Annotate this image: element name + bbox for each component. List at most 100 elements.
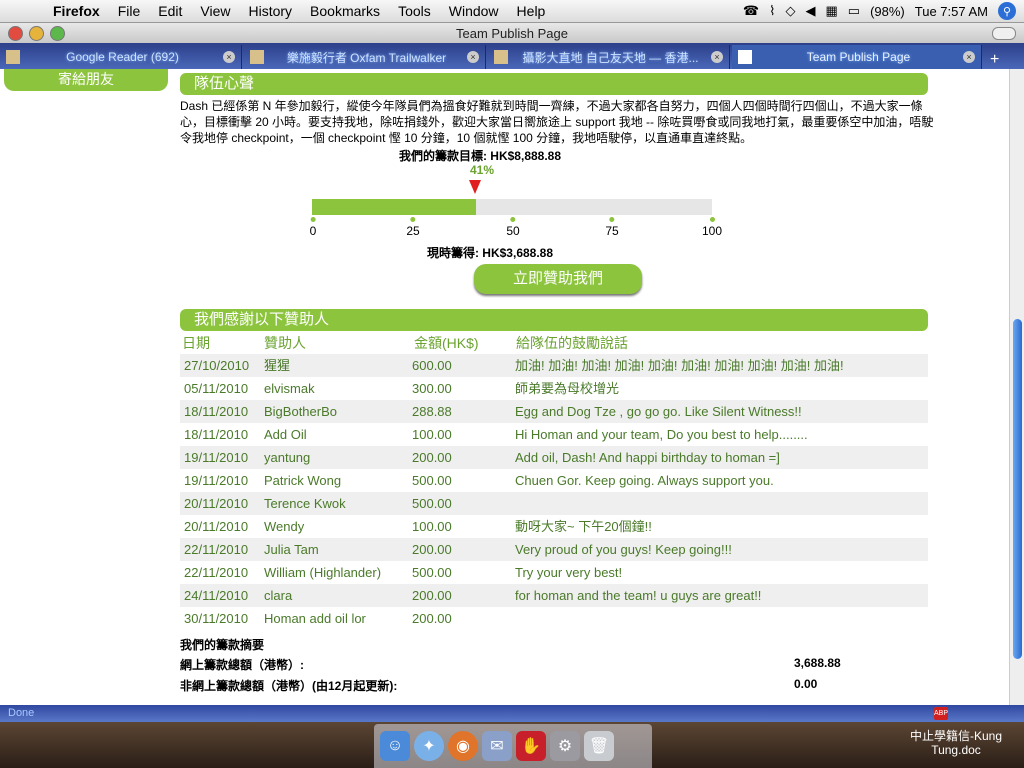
trash-icon[interactable]: 🗑 [584,731,614,761]
menu-file[interactable]: File [109,3,150,19]
table-row: 30/11/2010 Homan add oil lor 200.00 [180,607,928,630]
sponsor-message: Hi Homan and your team, Do you best to h… [515,427,808,442]
firefox-icon[interactable]: ◉ [448,731,478,761]
menubar-extras: ☎ ⌇ ◇ ◀ ▦ ▭ (98%) Tue 7:57 AM ⚲ [743,2,1024,20]
team-message-text: Dash 已經係第 N 年參加毅行，縱使今年隊員們為搵食好難就到時間一齊練，不過… [180,99,934,145]
progress-tick: 25 [406,217,420,238]
tab-oxfam[interactable]: 樂施毅行者 Oxfam Trailwalker × [244,45,486,69]
tab-bar: Google Reader (692) × 樂施毅行者 Oxfam Trailw… [0,43,1024,69]
progress-marker-icon [469,180,481,194]
clock[interactable]: Tue 7:57 AM [915,4,988,19]
sponsor-name: Add Oil [264,427,307,442]
sponsor-amount: 200.00 [412,450,452,465]
sponsors-header: 我們感謝以下贊助人 [180,309,928,331]
table-row: 22/11/2010 William (Highlander) 500.00 Try … [180,561,928,584]
tab-photo-forum[interactable]: 攝影大直地 自己友天地 — 香港... × [488,45,730,69]
activity-icon[interactable]: ⌇ [769,3,775,19]
sponsor-name: William (Highlander) [264,565,382,580]
phone-icon[interactable]: ☎ [743,3,759,19]
sponsor-amount: 300.00 [412,381,452,396]
tab-team-publish[interactable]: Team Publish Page × [732,45,982,69]
menu-history[interactable]: History [239,3,301,19]
system-preferences-icon[interactable]: ⚙ [550,731,580,761]
table-row: 20/11/2010 Wendy 100.00 動呀大家~ 下午20個鐘!! [180,515,928,538]
mac-menubar: Firefox File Edit View History Bookmarks… [0,0,1024,23]
sponsor-message: Egg and Dog Tze , go go go. Like Silent … [515,404,802,419]
sponsor-message: 師弟要為母校增光 [515,381,620,396]
tab-label: 樂施毅行者 Oxfam Trailwalker [286,50,447,65]
sponsor-date: 20/11/2010 [184,496,249,511]
sponsor-name: Patrick Wong [264,473,342,488]
tab-google-reader[interactable]: Google Reader (692) × [0,45,242,69]
tab-close-icon[interactable]: × [467,51,479,63]
sponsor-date: 24/11/2010 [184,588,249,603]
table-row: 20/11/2010 Terence Kwok 500.00 [180,492,928,515]
battery-icon[interactable]: ▭ [848,3,860,19]
sponsor-name: elvismak [264,381,315,396]
sponsor-us-button[interactable]: 立即贊助我們 [474,264,642,294]
sponsor-date: 19/11/2010 [184,473,249,488]
table-row: 19/11/2010 yantung 200.00 Add oil, Dash! An… [180,446,928,469]
tab-close-icon[interactable]: × [963,51,975,63]
menu-view[interactable]: View [191,3,239,19]
menu-app-firefox[interactable]: Firefox [44,3,109,19]
sponsor-name: Wendy [264,519,305,534]
sponsor-message: Chuen Gor. Keep going. Always support yo… [515,473,774,488]
online-total-label: 網上籌款總額（港幣）: [180,658,304,672]
col-amount: 金額(HK$) [414,333,508,355]
safari-icon[interactable]: ✦ [414,731,444,761]
volume-icon[interactable]: ◀ [805,3,815,19]
sponsors-table-header: 日期 贊助人 金額(HK$) 給隊伍的鼓勵說話 [180,333,928,355]
sponsor-amount: 200.00 [412,542,452,557]
tab-close-icon[interactable]: × [711,51,723,63]
online-total-value: 3,688.88 [794,656,841,670]
stop-app-icon[interactable]: ✋ [516,731,546,761]
battery-percent[interactable]: (98%) [870,4,905,19]
sponsor-date: 05/11/2010 [184,381,249,396]
summary-title: 我們的籌款摘要 [180,638,265,652]
menu-bookmarks[interactable]: Bookmarks [301,3,389,19]
sponsor-message: 動呀大家~ 下午20個鐘!! [515,519,652,534]
menu-tools[interactable]: Tools [389,3,440,19]
mail-icon[interactable]: ✉ [482,731,512,761]
wifi-icon[interactable]: ◇ [785,3,795,19]
sponsor-name: Julia Tam [264,542,319,557]
sponsor-amount: 288.88 [412,404,452,419]
sponsor-amount: 200.00 [412,588,452,603]
desktop-file-label[interactable]: 中止學籍信-Kung Tung.doc [896,729,1016,757]
send-to-friend-button[interactable]: 寄給朋友 [4,69,168,91]
progress-tick: 50 [506,217,520,238]
progress-bar [312,199,712,215]
finder-icon[interactable]: ☺ [380,731,410,761]
menu-window[interactable]: Window [440,3,508,19]
status-bar: Done ABP [0,705,1024,722]
sponsor-amount: 500.00 [412,496,452,511]
page-scrollbar[interactable] [1009,69,1024,705]
minimize-window-button[interactable] [29,26,44,41]
progress-tick: 75 [605,217,619,238]
window-titlebar: Team Publish Page [0,23,1024,43]
sponsor-message: Add oil, Dash! And happi birthday to hom… [515,450,780,465]
team-message-header: 隊伍心聲 [180,73,928,95]
adblock-icon[interactable]: ABP [934,707,948,720]
scrollbar-thumb[interactable] [1013,319,1022,659]
sponsors-table: 27/10/2010 猩猩 600.00 加油! 加油! 加油! 加油! 加油! 加油… [180,354,928,630]
zoom-window-button[interactable] [50,26,65,41]
sponsor-name: Homan add oil lor [264,611,366,626]
toolbar-toggle-button[interactable] [992,27,1016,40]
menu-edit[interactable]: Edit [149,3,191,19]
fundraising-goal: 我們的籌款目標: HK$8,888.88 [398,149,562,163]
offline-total-value: 0.00 [794,677,818,691]
sponsor-date: 20/11/2010 [184,519,249,534]
sponsor-date: 22/11/2010 [184,565,249,580]
menu-help[interactable]: Help [508,3,555,19]
dock: ☺ ✦ ◉ ✉ ✋ ⚙ 🗑 [374,724,652,768]
sponsor-date: 18/11/2010 [184,404,249,419]
tab-close-icon[interactable]: × [223,51,235,63]
new-tab-icon[interactable]: + [990,51,999,69]
spotlight-icon[interactable]: ⚲ [998,2,1016,20]
favicon-icon [494,50,508,64]
flag-icon[interactable]: ▦ [825,3,837,19]
sponsor-amount: 500.00 [412,473,452,488]
close-window-button[interactable] [8,26,23,41]
